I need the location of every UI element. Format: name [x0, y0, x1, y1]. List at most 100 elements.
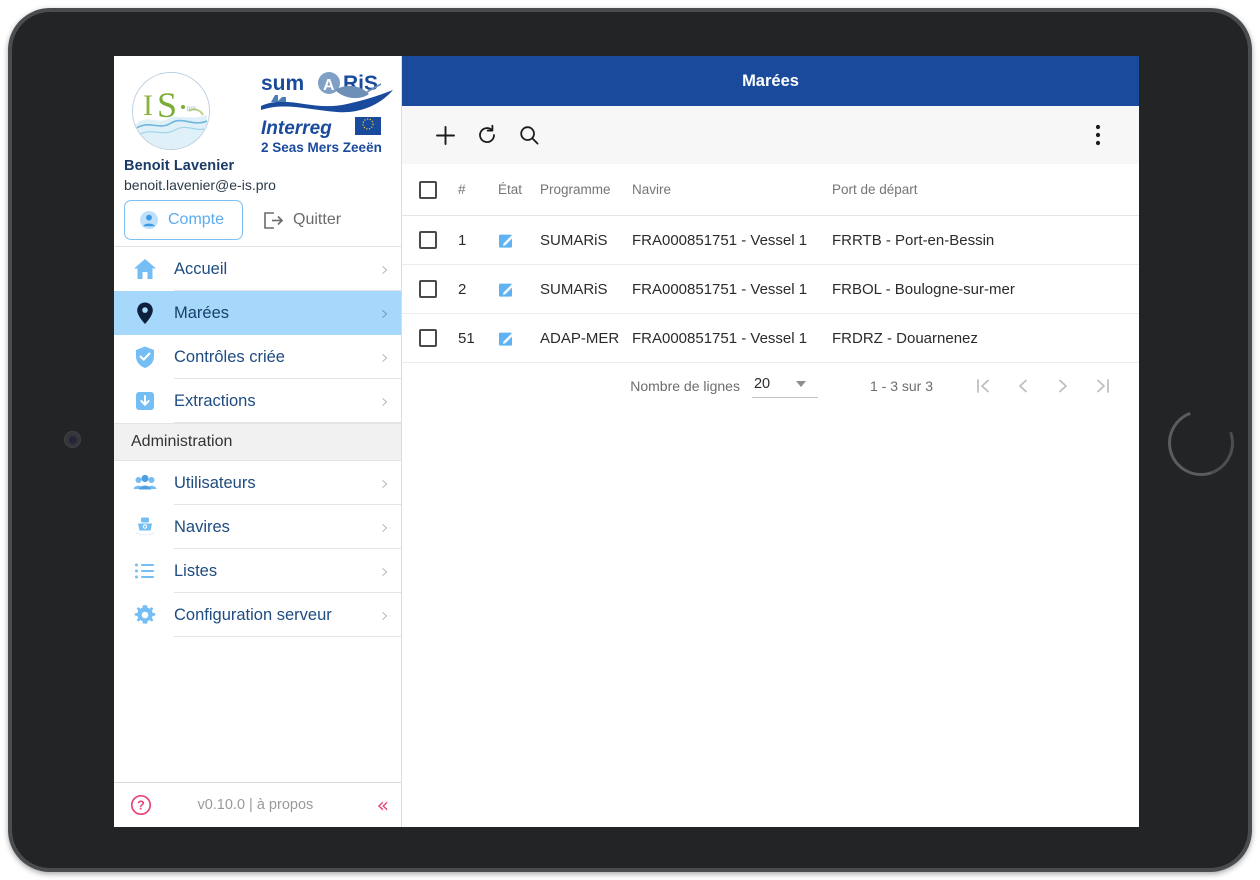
person-icon [139, 210, 159, 230]
account-button-label: Compte [168, 211, 225, 228]
cell-programme: ADAP-MER [540, 329, 620, 347]
sidebar-item-label: Contrôles criée [174, 347, 285, 366]
plus-icon [434, 124, 457, 147]
screen: I S pro sum A RiS Interreg 2 Seas Mers Z… [0, 0, 1260, 880]
next-page-button[interactable] [1043, 366, 1083, 406]
sidebar-item-listes[interactable]: Listes › [114, 549, 401, 593]
more-vertical-icon [1095, 123, 1101, 147]
rows-per-page-label: Nombre de lignes [630, 378, 740, 394]
sidebar-item-label: Navires [174, 517, 230, 536]
svg-text:I: I [143, 89, 153, 122]
sidebar-item-label: Accueil [174, 259, 228, 278]
toolbar [402, 106, 1139, 164]
page-header: Marées [402, 56, 1139, 106]
select-all-checkbox[interactable] [419, 180, 437, 199]
column-header-etat[interactable]: État [498, 182, 540, 197]
sidebar-item-label: Extractions [174, 391, 256, 410]
column-header-num[interactable]: # [454, 182, 498, 197]
edit-pencil-icon [498, 330, 515, 347]
column-header-port[interactable]: Port de départ [832, 182, 1139, 197]
sidebar-item-utilisateurs[interactable]: Utilisateurs › [114, 461, 401, 505]
sidebar-item-label: Configuration serveur [174, 605, 332, 624]
chevron-right-icon: › [381, 389, 389, 413]
logout-button-label: Quitter [293, 211, 342, 228]
table-row[interactable]: 1 SUMARiS FRA000851751 - Vessel 1 FRRTB … [402, 216, 1139, 265]
pagination-range: 1 - 3 sur 3 [869, 378, 933, 394]
add-button[interactable] [424, 114, 466, 156]
first-page-button[interactable] [963, 366, 1003, 406]
cell-etat [498, 232, 540, 249]
sidebar-item-accueil[interactable]: Accueil › [114, 247, 401, 291]
cell-etat [498, 330, 540, 347]
last-page-button[interactable] [1083, 366, 1123, 406]
row-checkbox[interactable] [419, 329, 437, 347]
refresh-button[interactable] [466, 114, 508, 156]
cell-programme: SUMARiS [540, 280, 608, 298]
select-all-cell [402, 180, 454, 199]
next-page-icon [1053, 376, 1073, 396]
refresh-icon [476, 124, 498, 146]
row-select-cell [402, 231, 454, 249]
cell-navire: FRA000851751 - Vessel 1 [632, 280, 808, 298]
collapse-sidebar-button[interactable]: « [377, 795, 389, 815]
main-content: Marées # État Programme Navire Port de d… [402, 56, 1139, 827]
camera-icon [64, 431, 81, 448]
brand-logo: sum A RiS Interreg 2 Seas Mers Zeeën [257, 64, 397, 160]
users-icon [130, 468, 160, 498]
cell-navire: FRA000851751 - Vessel 1 [632, 231, 808, 249]
row-checkbox[interactable] [419, 231, 437, 249]
sidebar-footer: ? v0.10.0 | à propos « [114, 782, 401, 827]
chevron-right-icon: › [381, 559, 389, 583]
sidebar-item-extractions[interactable]: Extractions › [114, 379, 401, 423]
edit-pencil-icon [498, 281, 515, 298]
sidebar-item-label: Listes [174, 561, 218, 580]
download-box-icon [130, 386, 160, 416]
sidebar-item-marees[interactable]: Marées › [114, 291, 401, 335]
shield-check-icon [130, 342, 160, 372]
svg-text:A: A [323, 77, 335, 94]
row-select-cell [402, 280, 454, 298]
chevron-right-icon: › [381, 257, 389, 281]
sidebar-section-label: Administration [131, 433, 233, 450]
more-options-button[interactable] [1077, 114, 1119, 156]
table-row[interactable]: 2 SUMARiS FRA000851751 - Vessel 1 FRBOL … [402, 265, 1139, 314]
table-header: # État Programme Navire Port de départ [402, 164, 1139, 216]
boat-icon [130, 512, 160, 542]
logout-button[interactable]: Quitter [253, 202, 351, 239]
table-row[interactable]: 51 ADAP-MER FRA000851751 - Vessel 1 FRDR… [402, 314, 1139, 363]
sidebar-item-configuration-serveur[interactable]: Configuration serveur › [114, 593, 401, 637]
sidebar-item-navires[interactable]: Navires › [114, 505, 401, 549]
account-button[interactable]: Compte [124, 200, 244, 240]
search-button[interactable] [508, 114, 550, 156]
search-icon [518, 124, 540, 146]
user-email: benoit.lavenier@e-is.pro [124, 177, 276, 193]
pagination: Nombre de lignes 20 1 - 3 sur 3 [402, 363, 1139, 409]
divider [174, 422, 401, 423]
gear-icon [130, 600, 160, 630]
chevron-right-icon: › [381, 515, 389, 539]
svg-text:2 Seas Mers Zeeën: 2 Seas Mers Zeeën [261, 140, 382, 155]
main-menu: Accueil › Marées › Contrôles criée › Ext… [114, 247, 401, 637]
prev-page-icon [1013, 376, 1033, 396]
column-header-navire[interactable]: Navire [632, 182, 832, 197]
rows-per-page-select[interactable]: 20 [751, 374, 818, 398]
row-checkbox[interactable] [419, 280, 437, 298]
column-header-programme[interactable]: Programme [540, 182, 632, 197]
cell-port: FRRTB - Port-en-Bessin [832, 231, 995, 249]
sidebar-item-controles-criee[interactable]: Contrôles criée › [114, 335, 401, 379]
svg-text:sum: sum [261, 72, 304, 95]
cell-programme: SUMARiS [540, 231, 608, 249]
previous-page-button[interactable] [1003, 366, 1043, 406]
help-circle-icon[interactable]: ? [130, 794, 152, 816]
version-label[interactable]: v0.10.0 | à propos [152, 797, 377, 813]
first-page-icon [973, 376, 993, 396]
list-icon [130, 556, 160, 586]
avatar: I S pro [132, 72, 210, 150]
account-actions: Compte Quitter [124, 200, 351, 240]
cell-num: 51 [458, 329, 475, 347]
svg-text:Interreg: Interreg [261, 118, 332, 139]
sidebar-item-label: Utilisateurs [174, 473, 256, 492]
sidebar-section-administration: Administration [114, 423, 401, 461]
user-name: Benoit Lavenier [124, 158, 235, 174]
